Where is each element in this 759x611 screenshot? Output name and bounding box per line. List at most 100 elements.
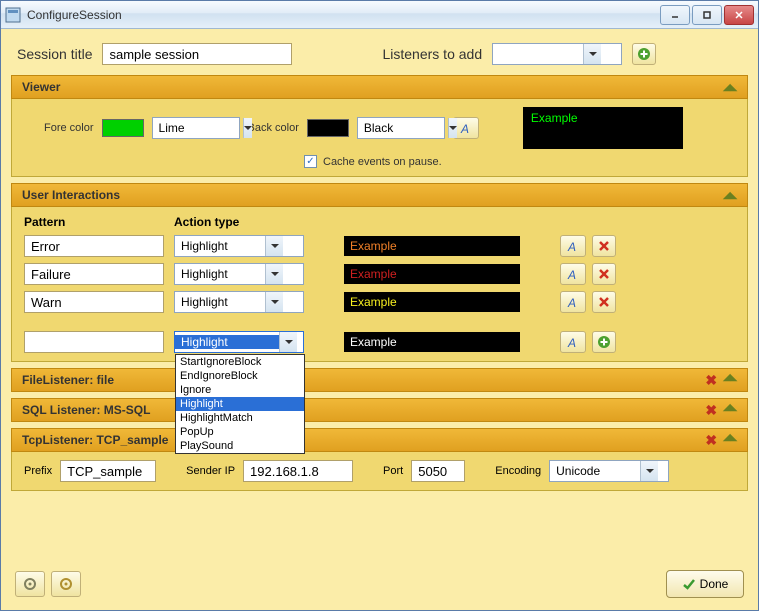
plus-circle-icon <box>597 335 611 349</box>
chevron-down-icon <box>265 236 283 256</box>
action-combo-open[interactable]: Highlight StartIgnoreBlock EndIgnoreBloc… <box>174 331 304 353</box>
font-button[interactable]: A <box>560 291 586 313</box>
pattern-input[interactable] <box>24 291 164 313</box>
encoding-combo[interactable]: Unicode <box>549 460 669 482</box>
delete-row-button[interactable] <box>592 235 616 257</box>
font-button[interactable]: A <box>560 235 586 257</box>
font-a-icon: A <box>565 294 581 310</box>
sql-listener-title: SQL Listener: MS-SQL <box>22 403 150 417</box>
file-listener-header: FileListener: file ✖ ◢◣ <box>11 368 748 392</box>
pattern-input[interactable] <box>24 263 164 285</box>
collapse-icon[interactable]: ◢◣ <box>723 82 737 93</box>
fore-color-combo[interactable]: Lime <box>152 117 240 139</box>
settings-button-2[interactable] <box>51 571 81 597</box>
dropdown-option[interactable]: EndIgnoreBlock <box>176 369 304 383</box>
dropdown-option[interactable]: HighlightMatch <box>176 411 304 425</box>
gear-icon <box>58 576 74 592</box>
font-button[interactable]: A <box>560 331 586 353</box>
session-title-input[interactable] <box>102 43 292 65</box>
action-value: Highlight <box>175 239 265 253</box>
cache-checkbox[interactable] <box>304 155 317 168</box>
port-input[interactable] <box>411 460 465 482</box>
tcp-listener-body: Prefix Sender IP Port Encoding Unicode <box>11 452 748 491</box>
viewer-color-row: Fore color Lime Back color Black A <box>24 107 735 149</box>
prefix-input[interactable] <box>60 460 156 482</box>
delete-row-button[interactable] <box>592 291 616 313</box>
collapse-icon[interactable]: ◢◣ <box>723 190 737 201</box>
encoding-label: Encoding <box>495 465 541 477</box>
example-strip: Example <box>344 236 520 256</box>
expand-icon[interactable]: ◢◣ <box>723 372 737 389</box>
delete-listener-button[interactable]: ✖ <box>705 432 717 449</box>
example-strip: Example <box>344 332 520 352</box>
dropdown-option[interactable]: StartIgnoreBlock <box>176 355 304 369</box>
cache-label: Cache events on pause. <box>323 156 442 168</box>
action-dropdown: StartIgnoreBlock EndIgnoreBlock Ignore H… <box>175 354 305 454</box>
action-value: Highlight <box>175 267 265 281</box>
pattern-input[interactable] <box>24 235 164 257</box>
cache-row: Cache events on pause. <box>24 155 735 168</box>
action-combo[interactable]: Highlight <box>174 263 304 285</box>
table-row: Highlight Example A <box>24 263 735 285</box>
fore-color-label: Fore color <box>44 122 94 134</box>
font-a-icon: A <box>565 266 581 282</box>
listeners-combo[interactable] <box>492 43 622 65</box>
done-button[interactable]: Done <box>666 570 744 598</box>
viewer-example-text: Example <box>531 111 578 125</box>
delete-listener-button[interactable]: ✖ <box>705 402 717 419</box>
tcp-listener-panel: TcpListener: TCP_sample ✖ ◢◣ Prefix Send… <box>11 428 748 491</box>
interactions-table: Pattern Action type Highlight Example <box>24 215 735 353</box>
collapse-icon[interactable]: ◢◣ <box>723 432 737 449</box>
close-button[interactable] <box>724 5 754 25</box>
delete-listener-button[interactable]: ✖ <box>705 372 717 389</box>
interactions-header-title: User Interactions <box>22 188 120 202</box>
add-listener-button[interactable] <box>632 43 656 65</box>
delete-x-icon <box>597 295 611 309</box>
expand-icon[interactable]: ◢◣ <box>723 402 737 419</box>
delete-row-button[interactable] <box>592 263 616 285</box>
action-combo[interactable]: Highlight <box>174 235 304 257</box>
maximize-button[interactable] <box>692 5 722 25</box>
window: ConfigureSession Session title Listeners… <box>0 0 759 611</box>
bottom-bar: Done <box>11 564 748 600</box>
dropdown-option[interactable]: Highlight <box>176 397 304 411</box>
svg-text:A: A <box>567 268 576 282</box>
back-color-value: Black <box>358 121 448 135</box>
dropdown-option[interactable]: PopUp <box>176 425 304 439</box>
sender-ip-input[interactable] <box>243 460 353 482</box>
chevron-down-icon <box>583 44 601 64</box>
settings-button-1[interactable] <box>15 571 45 597</box>
chevron-down-icon <box>448 118 457 138</box>
back-color-label: Back color <box>248 122 299 134</box>
top-row: Session title Listeners to add <box>11 39 748 69</box>
font-button[interactable]: A <box>560 263 586 285</box>
chevron-down-icon <box>279 332 297 352</box>
font-a-icon: A <box>565 238 581 254</box>
back-color-combo[interactable]: Black <box>357 117 445 139</box>
port-label: Port <box>383 465 403 477</box>
chevron-down-icon <box>265 264 283 284</box>
minimize-button[interactable] <box>660 5 690 25</box>
fore-color-swatch <box>102 119 144 137</box>
dropdown-option[interactable]: Ignore <box>176 383 304 397</box>
app-icon <box>5 7 21 23</box>
sender-ip-label: Sender IP <box>186 465 235 477</box>
interactions-body: Pattern Action type Highlight Example <box>11 207 748 362</box>
table-row: Highlight Example A <box>24 235 735 257</box>
svg-text:A: A <box>567 296 576 310</box>
action-value: Highlight <box>175 295 265 309</box>
back-color-swatch <box>307 119 349 137</box>
client-area: Session title Listeners to add Viewer ◢◣… <box>1 29 758 610</box>
svg-text:A: A <box>567 240 576 254</box>
done-label: Done <box>700 577 729 591</box>
action-combo[interactable]: Highlight <box>174 291 304 313</box>
pattern-input[interactable] <box>24 331 164 353</box>
font-a-icon: A <box>458 120 474 136</box>
dropdown-option[interactable]: PlaySound <box>176 439 304 453</box>
tcp-listener-title: TcpListener: TCP_sample <box>22 433 168 447</box>
interactions-header: User Interactions ◢◣ <box>11 183 748 207</box>
file-listener-title: FileListener: file <box>22 373 114 387</box>
viewer-panel: Viewer ◢◣ Fore color Lime Back color Bla… <box>11 75 748 177</box>
tcp-listener-header: TcpListener: TCP_sample ✖ ◢◣ <box>11 428 748 452</box>
add-row-button[interactable] <box>592 331 616 353</box>
